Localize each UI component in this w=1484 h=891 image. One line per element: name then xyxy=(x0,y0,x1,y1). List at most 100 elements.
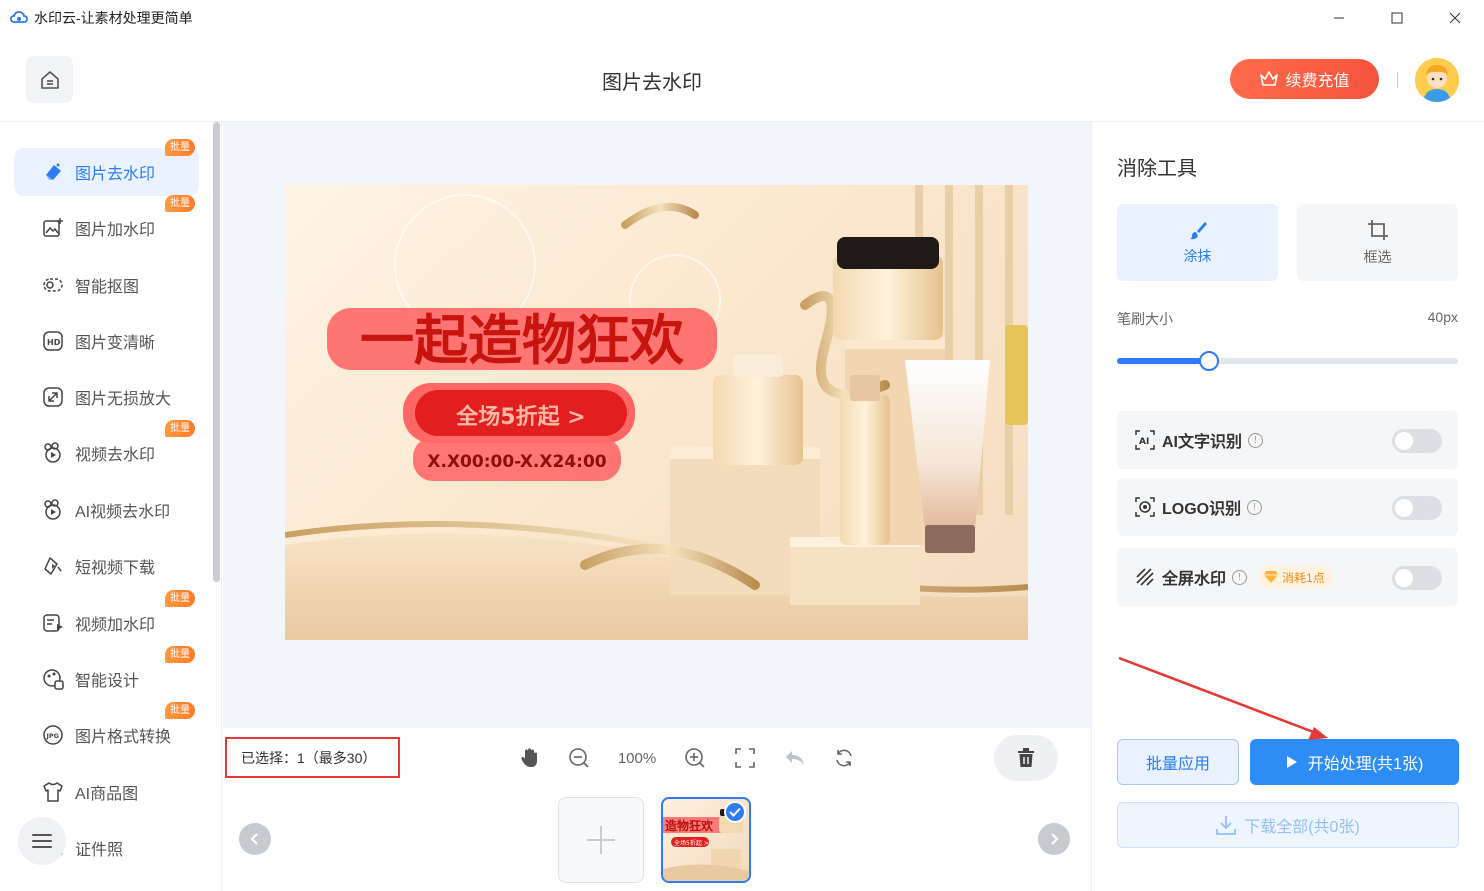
logo-detect-option: LOGO识别 ! xyxy=(1117,478,1458,536)
undo-icon xyxy=(786,751,804,765)
hand-tool-button[interactable] xyxy=(518,744,542,772)
slider-handle[interactable] xyxy=(1199,351,1220,371)
cost-badge: 消耗1点 xyxy=(1259,566,1333,588)
trash-icon xyxy=(1018,748,1034,767)
batch-badge: 批量 xyxy=(165,702,195,719)
refresh-icon xyxy=(836,749,852,767)
user-avatar-icon xyxy=(1415,58,1459,102)
brush-size-slider[interactable] xyxy=(1117,351,1458,371)
sidebar-item-ai-product-image[interactable]: AI商品图 xyxy=(14,768,199,816)
eraser-icon xyxy=(42,161,64,183)
sidebar-item-smart-design[interactable]: 智能设计 批量 xyxy=(14,646,199,703)
sidebar-item-image-watermark-add[interactable]: 图片加水印 批量 xyxy=(14,195,199,252)
collapse-menu-button[interactable] xyxy=(18,817,66,865)
sidebar-item-image-sharpen[interactable]: HD 图片变清晰 xyxy=(14,317,199,365)
info-icon[interactable]: ! xyxy=(1247,499,1263,515)
design-icon xyxy=(42,668,64,690)
cost-label: 消耗1点 xyxy=(1282,570,1325,585)
sidebar-item-label: 视频加水印 xyxy=(75,617,156,634)
image-canvas[interactable]: 一起造物狂欢 全场5折起 > X.X00:00-X.X24:00 xyxy=(223,122,1091,728)
zoom-out-icon xyxy=(569,748,589,768)
brush-size-label: 笔刷大小 xyxy=(1117,311,1173,327)
undo-button[interactable] xyxy=(782,744,808,772)
add-image-button[interactable] xyxy=(558,797,644,883)
next-image-button[interactable] xyxy=(1038,823,1070,855)
fit-screen-button[interactable] xyxy=(732,744,758,772)
start-processing-label: 开始处理(共1张) xyxy=(1307,756,1424,773)
crop-icon xyxy=(1367,219,1388,240)
window-title: 水印云-让素材处理更简单 xyxy=(34,10,193,26)
sidebar-item-video-watermark-remove[interactable]: 视频去水印 批量 xyxy=(14,420,199,477)
banner-time-text: X.X00:00-X.X24:00 xyxy=(427,452,606,472)
download-icon xyxy=(1216,816,1237,835)
cutout-icon xyxy=(42,274,64,296)
batch-badge: 批量 xyxy=(165,195,195,212)
batch-badge: 批量 xyxy=(165,139,195,156)
maximize-button[interactable] xyxy=(1368,0,1426,36)
box-select-mode-button[interactable]: 框选 xyxy=(1297,204,1458,281)
logo-icon xyxy=(1134,496,1156,518)
sidebar-scrollbar[interactable] xyxy=(213,122,220,582)
sidebar-item-label: 图片加水印 xyxy=(75,222,156,239)
sidebar-item-image-enlarge[interactable]: 图片无损放大 xyxy=(14,373,199,421)
eraser-tool-panel: 消除工具 涂抹 框选 笔刷大小 40px AI AI文字识别 ! LOGO识别 … xyxy=(1091,122,1484,891)
sidebar-item-label: AI视频去水印 xyxy=(75,504,171,521)
sidebar-item-label: 图片无损放大 xyxy=(75,391,172,408)
brush-mode-button[interactable]: 涂抹 xyxy=(1117,204,1278,281)
sidebar-item-image-format-convert[interactable]: JPG 图片格式转换 批量 xyxy=(14,702,199,759)
fullscreen-watermark-option: 全屏水印 ! 消耗1点 xyxy=(1117,548,1458,606)
sidebar-item-label: 图片变清晰 xyxy=(75,335,156,352)
info-icon[interactable]: ! xyxy=(1232,569,1248,585)
info-icon[interactable]: ! xyxy=(1248,432,1264,448)
sidebar-item-smart-cutout[interactable]: 智能抠图 xyxy=(14,261,199,309)
recharge-button[interactable]: 续费充值 xyxy=(1230,59,1379,99)
svg-text:HD: HD xyxy=(47,338,61,347)
sidebar-item-label: 图片去水印 xyxy=(75,166,156,183)
sidebar-item-short-video-download[interactable]: 短视频下载 xyxy=(14,542,199,590)
brush-size-value: 40px xyxy=(1427,309,1458,325)
selected-check-icon xyxy=(724,801,746,823)
close-icon xyxy=(1449,12,1461,24)
minimize-icon xyxy=(1334,17,1344,19)
ai-text-detect-toggle[interactable] xyxy=(1392,429,1442,453)
zoom-level: 100% xyxy=(617,749,657,767)
zoom-in-icon xyxy=(685,748,705,768)
video-eraser-icon xyxy=(42,442,64,464)
ai-video-icon xyxy=(42,499,64,521)
fullscreen-watermark-toggle[interactable] xyxy=(1392,566,1442,590)
shirt-icon xyxy=(42,781,64,803)
prev-image-button[interactable] xyxy=(239,823,271,855)
thumbnail-headline: 造物狂欢 xyxy=(665,818,714,833)
ai-text-icon: AI xyxy=(1134,429,1156,451)
delete-button[interactable] xyxy=(994,735,1058,781)
fullscreen-watermark-icon xyxy=(1134,566,1156,588)
sidebar-item-label: 图片格式转换 xyxy=(75,729,172,746)
minimize-button[interactable] xyxy=(1310,0,1368,36)
edited-image[interactable]: 一起造物狂欢 全场5折起 > X.X00:00-X.X24:00 xyxy=(285,185,1028,640)
video-add-icon xyxy=(42,612,64,634)
app-header: 图片去水印 续费充值 xyxy=(0,36,1484,122)
crown-icon xyxy=(1260,71,1279,86)
play-icon xyxy=(1286,756,1297,768)
sidebar-item-ai-video-watermark-remove[interactable]: AI视频去水印 xyxy=(14,486,199,534)
hd-icon: HD xyxy=(42,330,64,352)
menu-icon xyxy=(32,834,52,848)
start-processing-button[interactable]: 开始处理(共1张) xyxy=(1250,739,1459,785)
batch-apply-button[interactable]: 批量应用 xyxy=(1117,739,1239,785)
download-all-button[interactable]: 下载全部(共0张) xyxy=(1117,802,1459,848)
page-title: 图片去水印 xyxy=(602,72,702,94)
zoom-out-button[interactable] xyxy=(566,744,592,772)
reset-button[interactable] xyxy=(831,744,857,772)
ai-text-detect-option: AI AI文字识别 ! xyxy=(1117,411,1458,469)
banner-button-text: 全场5折起 > xyxy=(455,404,585,430)
batch-badge: 批量 xyxy=(165,590,195,607)
logo-detect-toggle[interactable] xyxy=(1392,496,1442,520)
close-button[interactable] xyxy=(1426,0,1484,36)
avatar[interactable] xyxy=(1415,58,1459,102)
enlarge-icon xyxy=(42,386,64,408)
sidebar-item-video-watermark-add[interactable]: 视频加水印 批量 xyxy=(14,590,199,647)
sidebar-item-label: 证件照 xyxy=(75,842,124,859)
zoom-in-button[interactable] xyxy=(682,744,708,772)
download-video-icon xyxy=(42,555,64,577)
sidebar-item-image-watermark-remove[interactable]: 图片去水印 批量 xyxy=(14,139,199,196)
